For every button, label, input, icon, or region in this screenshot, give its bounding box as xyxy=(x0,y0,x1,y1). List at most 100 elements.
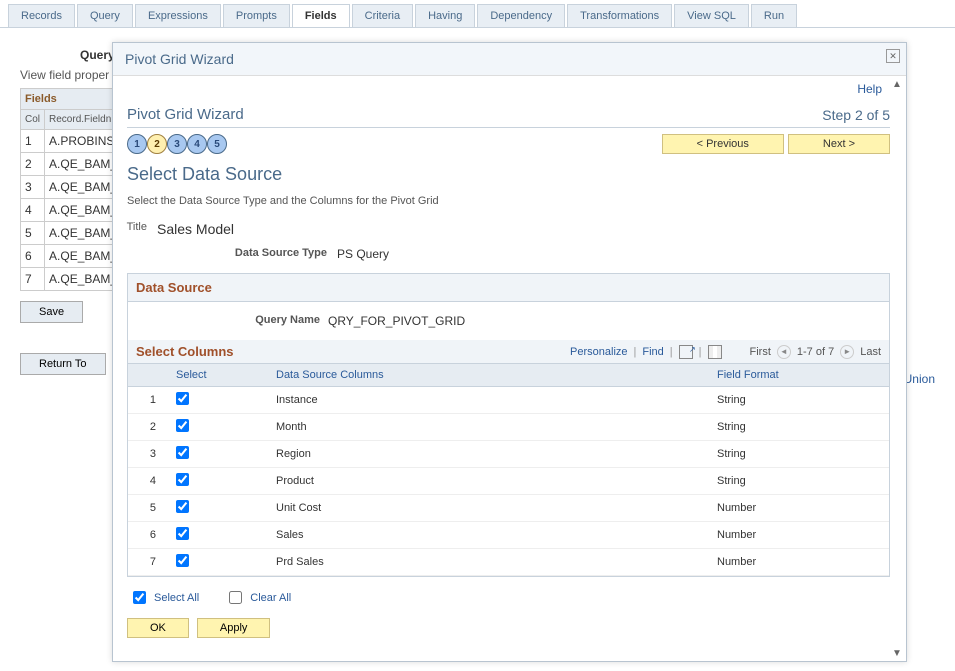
tabbar: Records Query Expressions Prompts Fields… xyxy=(0,0,955,28)
step-circle-3[interactable]: 3 xyxy=(167,134,187,154)
row-checkbox[interactable] xyxy=(176,554,189,567)
row-num: 7 xyxy=(128,549,168,576)
row-checkbox[interactable] xyxy=(176,392,189,405)
grid-icon[interactable] xyxy=(708,345,722,359)
section-subtitle: Select the Data Source Type and the Colu… xyxy=(127,195,890,207)
scroll-down-icon[interactable]: ▼ xyxy=(892,648,904,659)
select-columns-title: Select Columns xyxy=(136,344,234,359)
row-num: 1 xyxy=(128,387,168,414)
next-button[interactable]: Next > xyxy=(788,134,890,154)
save-button[interactable]: Save xyxy=(20,301,83,323)
ds-type-value: PS Query xyxy=(337,247,389,261)
section-title: Select Data Source xyxy=(127,164,890,185)
next-page-icon[interactable]: ► xyxy=(840,345,854,359)
clear-all-checkbox[interactable] xyxy=(229,591,242,604)
step-circles: 12345 xyxy=(127,134,227,154)
step-circle-4[interactable]: 4 xyxy=(187,134,207,154)
pivot-grid-wizard-modal: Pivot Grid Wizard ✕ ▲ Help Pivot Grid Wi… xyxy=(112,42,907,662)
row-column: Unit Cost xyxy=(268,495,709,522)
row-num: 3 xyxy=(128,441,168,468)
table-row: 7Prd SalesNumber xyxy=(128,549,889,576)
th-field-format[interactable]: Field Format xyxy=(709,364,889,387)
row-num: 7 xyxy=(21,268,45,291)
row-column: Region xyxy=(268,441,709,468)
select-all-checkbox[interactable] xyxy=(133,591,146,604)
row-num: 2 xyxy=(21,153,45,176)
last-link[interactable]: Last xyxy=(860,346,881,358)
th-ds-columns[interactable]: Data Source Columns xyxy=(268,364,709,387)
range-label: 1-7 of 7 xyxy=(797,346,834,358)
tab-criteria[interactable]: Criteria xyxy=(352,4,413,27)
row-format: String xyxy=(709,441,889,468)
ok-button[interactable]: OK xyxy=(127,618,189,638)
tab-records[interactable]: Records xyxy=(8,4,75,27)
modal-body: Help Pivot Grid Wizard Step 2 of 5 12345… xyxy=(113,76,906,660)
row-column: Instance xyxy=(268,387,709,414)
table-row: 3 RegionString xyxy=(128,441,889,468)
data-source-box: Data Source Query Name QRY_FOR_PIVOT_GRI… xyxy=(127,273,890,577)
step-circle-2[interactable]: 2 xyxy=(147,134,167,154)
tab-dependency[interactable]: Dependency xyxy=(477,4,565,27)
select-columns-table: Select Data Source Columns Field Format … xyxy=(128,364,889,576)
th-select[interactable]: Select xyxy=(168,364,268,387)
row-num: 5 xyxy=(128,495,168,522)
col-header-1: Col xyxy=(21,110,45,130)
tab-prompts[interactable]: Prompts xyxy=(223,4,290,27)
tab-run[interactable]: Run xyxy=(751,4,797,27)
tab-having[interactable]: Having xyxy=(415,4,475,27)
apply-button[interactable]: Apply xyxy=(197,618,271,638)
find-link[interactable]: Find xyxy=(642,346,663,358)
table-row: 6A.QE_BAM_ xyxy=(21,245,125,268)
title-value: Sales Model xyxy=(157,221,234,237)
row-format: String xyxy=(709,414,889,441)
title-label: Title xyxy=(113,221,147,237)
table-row: 2A.QE_BAM_ xyxy=(21,153,125,176)
modal-title: Pivot Grid Wizard xyxy=(125,51,234,67)
return-button[interactable]: Return To xyxy=(20,353,106,375)
row-num: 3 xyxy=(21,176,45,199)
fields-title: Fields xyxy=(21,89,125,110)
close-icon[interactable]: ✕ xyxy=(886,49,900,63)
row-num: 2 xyxy=(128,414,168,441)
select-all-link[interactable]: Select All xyxy=(154,592,199,604)
previous-button[interactable]: < Previous xyxy=(662,134,784,154)
row-checkbox[interactable] xyxy=(176,419,189,432)
table-row: 3A.QE_BAM_ xyxy=(21,176,125,199)
tab-query[interactable]: Query xyxy=(77,4,133,27)
row-format: Number xyxy=(709,549,889,576)
fields-table: Fields Col Record.Fieldn 1A.PROBINST2A.Q… xyxy=(20,88,125,291)
union-link[interactable]: Union xyxy=(904,372,935,386)
row-checkbox[interactable] xyxy=(176,527,189,540)
row-format: Number xyxy=(709,522,889,549)
row-format: String xyxy=(709,387,889,414)
tab-transformations[interactable]: Transformations xyxy=(567,4,672,27)
row-column: Sales xyxy=(268,522,709,549)
table-row: 5A.QE_BAM_ xyxy=(21,222,125,245)
row-checkbox[interactable] xyxy=(176,446,189,459)
row-num: 6 xyxy=(128,522,168,549)
personalize-link[interactable]: Personalize xyxy=(570,346,627,358)
row-checkbox[interactable] xyxy=(176,500,189,513)
tab-fields[interactable]: Fields xyxy=(292,4,350,27)
first-link[interactable]: First xyxy=(750,346,771,358)
table-row: 2MonthString xyxy=(128,414,889,441)
query-name-label: Query Name xyxy=(140,314,320,328)
step-circle-1[interactable]: 1 xyxy=(127,134,147,154)
modal-header: Pivot Grid Wizard ✕ xyxy=(113,43,906,76)
tab-viewsql[interactable]: View SQL xyxy=(674,4,749,27)
tab-expressions[interactable]: Expressions xyxy=(135,4,221,27)
wizard-title: Pivot Grid Wizard xyxy=(127,106,244,123)
table-row: 6 SalesNumber xyxy=(128,522,889,549)
ds-type-label: Data Source Type xyxy=(127,247,327,261)
row-num: 4 xyxy=(21,199,45,222)
prev-page-icon[interactable]: ◄ xyxy=(777,345,791,359)
step-circle-5[interactable]: 5 xyxy=(207,134,227,154)
help-link[interactable]: Help xyxy=(857,82,882,96)
table-row: 4A.QE_BAM_ xyxy=(21,199,125,222)
row-num: 5 xyxy=(21,222,45,245)
table-row: 4ProductString xyxy=(128,468,889,495)
row-num: 4 xyxy=(128,468,168,495)
clear-all-link[interactable]: Clear All xyxy=(250,592,291,604)
zoom-icon[interactable]: ↗ xyxy=(679,345,693,359)
row-checkbox[interactable] xyxy=(176,473,189,486)
